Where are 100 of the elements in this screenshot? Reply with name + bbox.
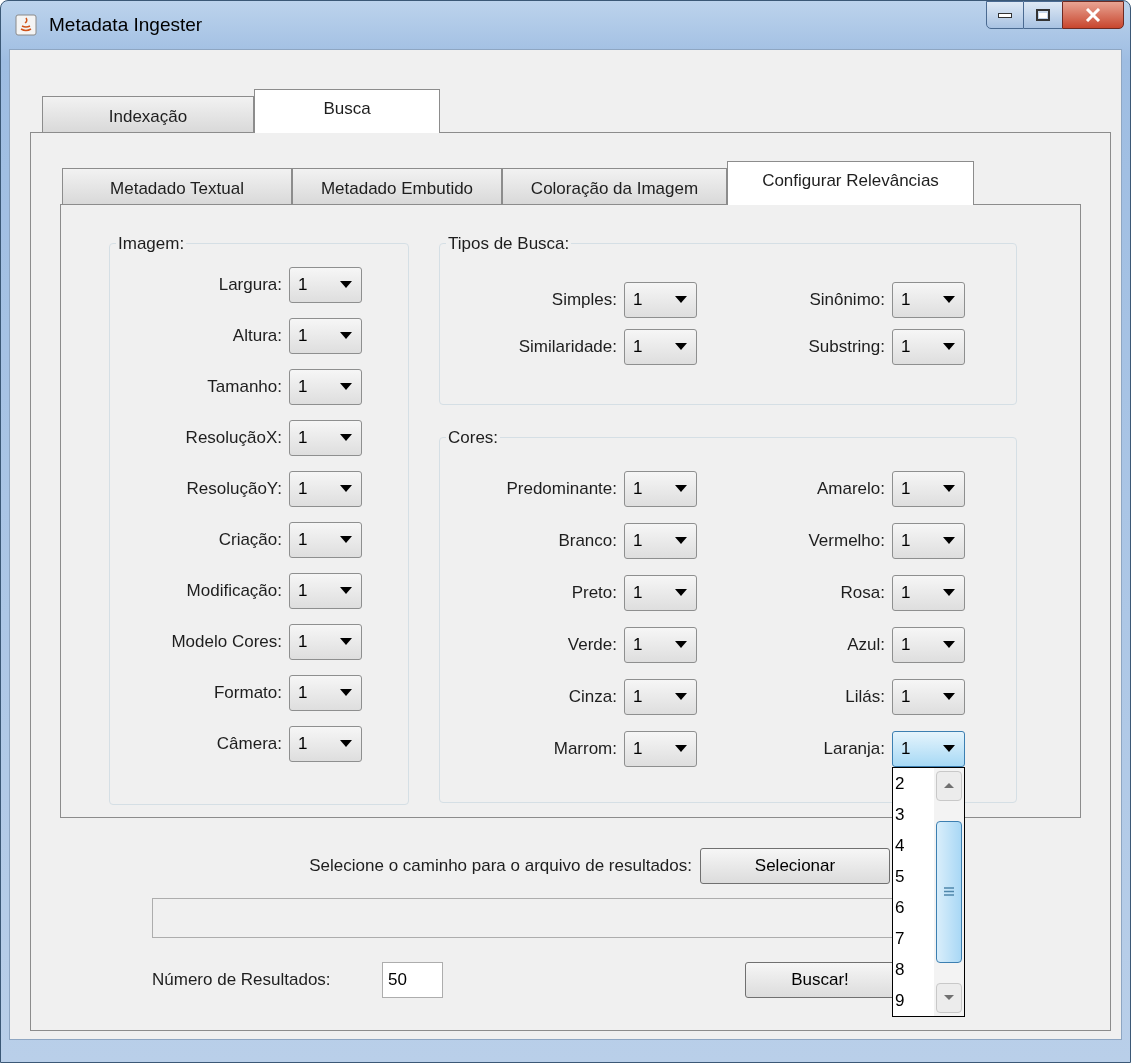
dropdown-option[interactable]: 3 — [893, 798, 934, 830]
caret-icon — [943, 589, 955, 596]
field-label: Azul: — [846, 633, 885, 656]
field-label: Modificação: — [185, 579, 282, 602]
caret-icon — [340, 434, 352, 441]
dropdown-option[interactable]: 7 — [893, 922, 934, 954]
dropdown[interactable]: 1 — [892, 281, 965, 318]
dropdown-option[interactable]: 5 — [893, 860, 934, 892]
field-label: Simples: — [550, 288, 617, 311]
field-label: Largura: — [217, 273, 282, 296]
dropdown[interactable]: 1 — [892, 626, 965, 663]
dropdown[interactable]: 1 — [892, 678, 965, 715]
dropdown[interactable]: 1 — [624, 626, 697, 663]
scrollbar[interactable] — [934, 767, 964, 1016]
tab[interactable]: Metadado Textual — [62, 168, 292, 204]
field-label: Vermelho: — [807, 529, 885, 552]
caret-icon — [340, 281, 352, 288]
caret-icon — [943, 745, 955, 752]
scroll-down-button[interactable] — [936, 982, 962, 1013]
group-title: Tipos de Busca: — [447, 233, 571, 255]
dropdown[interactable]: 1 — [624, 328, 697, 365]
caret-icon — [675, 485, 687, 492]
dropdown[interactable]: 1 — [624, 522, 697, 559]
caret-icon — [943, 641, 955, 648]
group-title: Imagem: — [117, 233, 186, 255]
caret-icon — [675, 537, 687, 544]
select-button[interactable]: Selecionar — [700, 848, 890, 884]
caret-icon — [340, 587, 352, 594]
dropdown-option[interactable]: 9 — [893, 984, 934, 1016]
scroll-thumb[interactable] — [936, 820, 962, 963]
dropdown[interactable]: 1 — [892, 730, 965, 767]
dropdown[interactable]: 1 — [892, 522, 965, 559]
field-label: ResoluçãoX: — [184, 426, 282, 449]
results-count-label: Número de Resultados: — [152, 969, 332, 992]
minimize-icon — [998, 12, 1012, 18]
tab[interactable]: Configurar Relevâncias — [727, 161, 974, 205]
field-label: Tamanho: — [206, 375, 282, 398]
tab[interactable]: Indexação — [42, 96, 254, 132]
field-label: ResoluçãoY: — [185, 477, 282, 500]
dropdown[interactable]: 1 — [892, 470, 965, 507]
maximize-button[interactable] — [1024, 1, 1062, 29]
caret-icon — [340, 740, 352, 747]
caret-icon — [943, 693, 955, 700]
dropdown[interactable]: 1 — [289, 521, 362, 558]
dropdown[interactable]: 1 — [289, 368, 362, 405]
caret-icon — [943, 537, 955, 544]
field-label: Preto: — [570, 581, 617, 604]
dropdown-option[interactable]: 4 — [893, 829, 934, 861]
up-arrow-icon — [944, 783, 954, 788]
dropdown[interactable]: 1 — [289, 317, 362, 354]
dropdown-option[interactable]: 2 — [893, 767, 934, 799]
dropdown[interactable]: 1 — [289, 623, 362, 660]
field-label: Criação: — [217, 528, 282, 551]
caret-icon — [943, 485, 955, 492]
group-title: Cores: — [447, 427, 500, 449]
dropdown[interactable]: 1 — [624, 470, 697, 507]
field-label: Altura: — [231, 324, 282, 347]
dropdown[interactable]: 1 — [624, 281, 697, 318]
path-label: Selecione o caminho para o arquivo de resultados: — [308, 855, 692, 878]
scroll-up-button[interactable] — [936, 770, 962, 801]
caret-icon — [340, 383, 352, 390]
field-label: Predominante: — [505, 477, 617, 500]
dropdown[interactable]: 1 — [289, 419, 362, 456]
window-title: Metadata Ingester — [49, 12, 203, 37]
dropdown[interactable]: 1 — [289, 470, 362, 507]
maximize-icon — [1036, 9, 1050, 21]
dropdown-option[interactable]: 6 — [893, 891, 934, 923]
dropdown-option[interactable]: 8 — [893, 953, 934, 985]
caret-icon — [675, 641, 687, 648]
field-label: Amarelo: — [815, 477, 885, 500]
dropdown[interactable]: 1 — [624, 574, 697, 611]
close-icon — [1085, 8, 1101, 22]
caret-icon — [340, 536, 352, 543]
search-button[interactable]: Buscar! — [745, 962, 895, 998]
field-label: Cinza: — [567, 685, 617, 708]
down-arrow-icon — [944, 995, 954, 1000]
minimize-button[interactable] — [986, 1, 1024, 29]
caret-icon — [675, 745, 687, 752]
results-count-field[interactable]: 50 — [382, 962, 443, 998]
dropdown[interactable]: 1 — [624, 730, 697, 767]
field-label: Lilás: — [844, 685, 885, 708]
caret-icon — [675, 693, 687, 700]
tab[interactable]: Coloração da Imagem — [502, 168, 727, 204]
field-label: Marrom: — [552, 737, 617, 760]
grip-icon — [944, 887, 954, 896]
field-label: Branco: — [557, 529, 617, 552]
field-label: Modelo Cores: — [170, 630, 282, 653]
close-button[interactable] — [1062, 1, 1124, 29]
caret-icon — [675, 343, 687, 350]
dropdown[interactable]: 1 — [289, 572, 362, 609]
tab[interactable]: Busca — [254, 89, 440, 133]
dropdown[interactable]: 1 — [892, 328, 965, 365]
tab[interactable]: Metadado Embutido — [292, 168, 502, 204]
dropdown[interactable]: 1 — [892, 574, 965, 611]
caret-icon — [675, 589, 687, 596]
dropdown[interactable]: 1 — [289, 725, 362, 762]
dropdown[interactable]: 1 — [624, 678, 697, 715]
app-icon — [15, 14, 37, 36]
dropdown[interactable]: 1 — [289, 674, 362, 711]
dropdown[interactable]: 1 — [289, 266, 362, 303]
